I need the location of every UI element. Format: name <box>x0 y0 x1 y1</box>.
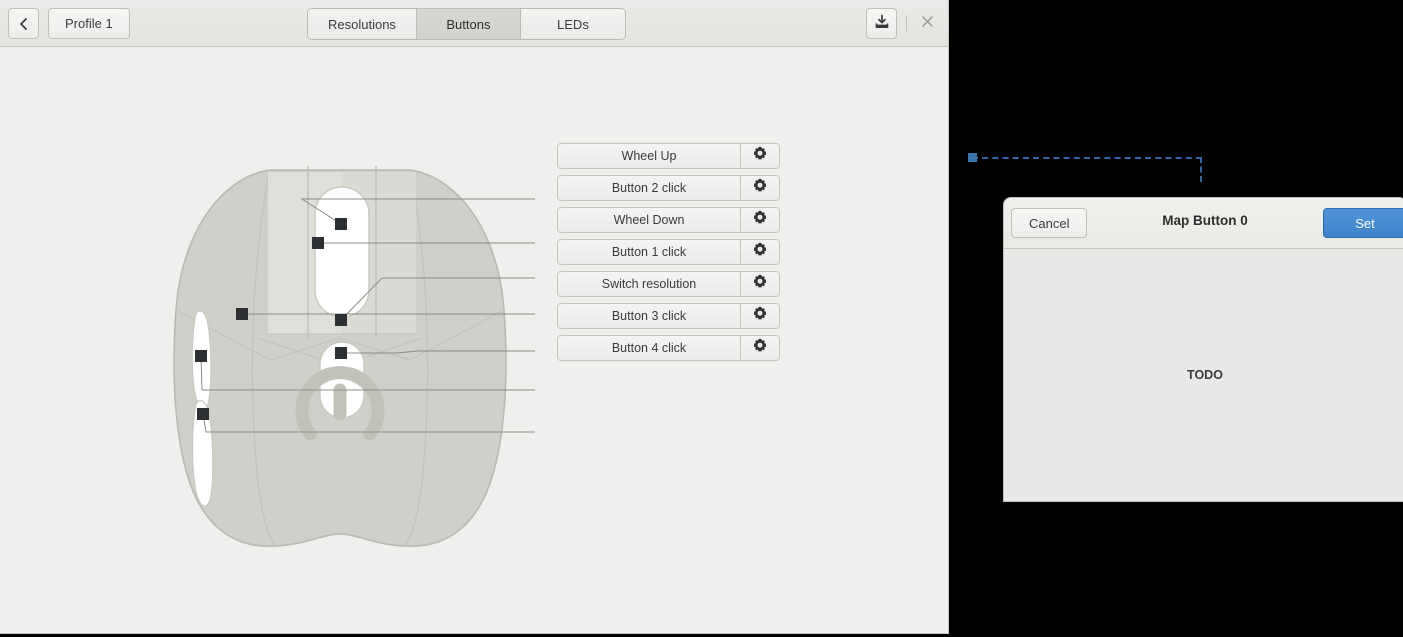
mapping-label: Button 2 click <box>611 181 687 195</box>
set-button[interactable]: Set <box>1323 208 1403 238</box>
gear-icon <box>752 178 768 199</box>
header-right-group <box>866 8 938 39</box>
mapping-label: Button 4 click <box>611 341 687 355</box>
gear-icon <box>752 210 768 231</box>
mapping-label: Button 1 click <box>611 245 687 259</box>
mapping-label: Wheel Down <box>613 213 685 227</box>
set-button-label: Set <box>1355 215 1375 231</box>
header-bar: Profile 1 Resolutions Buttons LEDs <box>0 0 948 47</box>
mapping-button-1[interactable]: Button 2 click <box>557 175 740 201</box>
gear-icon <box>752 338 768 359</box>
gear-icon <box>752 146 768 167</box>
save-button[interactable] <box>866 8 897 39</box>
gear-icon <box>752 242 768 263</box>
drag-selection-outline[interactable] <box>972 157 1202 182</box>
profile-button[interactable]: Profile 1 <box>48 8 130 39</box>
gear-icon <box>752 274 768 295</box>
mapping-button-6[interactable]: Button 4 click <box>557 335 740 361</box>
main-window: Profile 1 Resolutions Buttons LEDs Wheel… <box>0 0 949 634</box>
tab-switcher: Resolutions Buttons LEDs <box>307 8 626 40</box>
close-button[interactable] <box>916 13 938 35</box>
content-area: Wheel Up Button 2 click Wheel Down Butto… <box>0 47 948 633</box>
dialog-header: Cancel Map Button 0 Set <box>1004 198 1403 249</box>
mapping-label: Button 3 click <box>611 309 687 323</box>
mapping-row: Switch resolution <box>557 271 780 297</box>
mapping-settings-button-6[interactable] <box>740 335 780 361</box>
drag-selection-handle[interactable] <box>968 153 977 162</box>
mapping-row: Button 4 click <box>557 335 780 361</box>
header-left-group: Profile 1 <box>8 8 130 39</box>
tab-resolutions-label: Resolutions <box>328 16 396 32</box>
mapping-settings-button-3[interactable] <box>740 239 780 265</box>
mapping-settings-button-2[interactable] <box>740 207 780 233</box>
dialog-body: TODO <box>1004 249 1403 501</box>
mapping-row: Button 1 click <box>557 239 780 265</box>
mapping-row: Button 3 click <box>557 303 780 329</box>
mapping-settings-button-1[interactable] <box>740 175 780 201</box>
chevron-left-icon <box>17 17 31 31</box>
gear-icon <box>752 306 768 327</box>
header-separator <box>906 15 907 32</box>
tab-leds[interactable]: LEDs <box>520 9 625 39</box>
mapping-row: Button 2 click <box>557 175 780 201</box>
mouse-diagram <box>150 142 550 567</box>
map-button-dialog: Cancel Map Button 0 Set TODO <box>1003 197 1403 502</box>
mapping-row: Wheel Up <box>557 143 780 169</box>
back-button[interactable] <box>8 8 39 39</box>
mapping-button-3[interactable]: Button 1 click <box>557 239 740 265</box>
save-download-icon <box>874 14 890 33</box>
mapping-button-5[interactable]: Button 3 click <box>557 303 740 329</box>
mapping-button-2[interactable]: Wheel Down <box>557 207 740 233</box>
profile-button-label: Profile 1 <box>65 16 113 31</box>
mapping-row: Wheel Down <box>557 207 780 233</box>
tab-resolutions[interactable]: Resolutions <box>308 9 417 39</box>
mapping-button-0[interactable]: Wheel Up <box>557 143 740 169</box>
button-mapping-list: Wheel Up Button 2 click Wheel Down Butto… <box>557 143 780 361</box>
mapping-label: Switch resolution <box>601 277 697 291</box>
dialog-placeholder-text: TODO <box>1187 368 1223 382</box>
mapping-settings-button-4[interactable] <box>740 271 780 297</box>
close-icon <box>921 15 934 33</box>
tab-buttons[interactable]: Buttons <box>416 9 521 39</box>
screen: Profile 1 Resolutions Buttons LEDs Wheel… <box>0 0 1403 637</box>
tab-buttons-label: Buttons <box>446 16 491 32</box>
mapping-button-4[interactable]: Switch resolution <box>557 271 740 297</box>
mapping-settings-button-5[interactable] <box>740 303 780 329</box>
mapping-settings-button-0[interactable] <box>740 143 780 169</box>
tab-leds-label: LEDs <box>557 16 589 32</box>
mapping-label: Wheel Up <box>621 149 677 163</box>
